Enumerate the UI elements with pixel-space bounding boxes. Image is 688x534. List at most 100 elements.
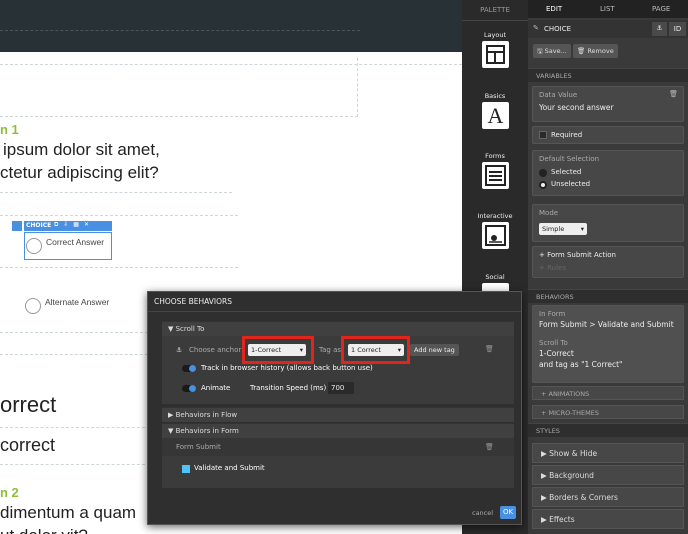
trash-icon[interactable]: 🗑 (669, 90, 678, 98)
track-history-toggle[interactable] (182, 365, 196, 372)
style-label: Borders & Corners (549, 493, 618, 502)
choose-anchor-label: Choose anchor (189, 346, 242, 354)
anchor-icon: ⚓ (176, 346, 183, 354)
question-text-line1: ipsum dolor sit amet, (3, 140, 160, 159)
scroll-to-label: Scroll To (539, 339, 568, 347)
divider (0, 192, 232, 193)
style-effects[interactable]: ▶ Effects (532, 509, 684, 529)
data-value[interactable]: Your second answer (539, 103, 677, 112)
caret-down-icon: ▼ (168, 325, 176, 333)
animate-toggle[interactable] (182, 385, 196, 392)
feedback-incorrect: correct (0, 435, 56, 455)
behaviors-in-form-section[interactable]: ▼ Behaviors in Form (162, 423, 514, 438)
remove-button[interactable]: 🗑 Remove (573, 44, 618, 58)
form-submit-action[interactable]: + Form Submit Action (539, 251, 677, 259)
feedback-correct: orrect (0, 392, 57, 417)
micro-themes-header[interactable]: + MICRO-THEMES (532, 405, 684, 419)
interactive-icon[interactable] (482, 222, 509, 249)
data-value-card[interactable]: Data Value Your second answer 🗑 (532, 86, 684, 122)
in-form-label: In Form (539, 310, 566, 318)
question-number: n 1 (0, 122, 19, 137)
scroll-to-value: 1-Correct (539, 349, 574, 358)
mode-label: Mode (539, 209, 559, 217)
track-history-label: Track in browser history (allows back bu… (201, 364, 373, 372)
palette-item-forms[interactable]: Forms (462, 152, 528, 160)
save-icon: 🖫 (537, 47, 545, 55)
unselected-label: Unselected (551, 180, 591, 188)
dialog-title: CHOOSE BEHAVIORS (154, 297, 232, 306)
style-background[interactable]: ▶ Background (532, 465, 684, 485)
form-icon[interactable] (482, 162, 509, 189)
question-block (0, 58, 358, 117)
mode-card: Mode Simple ▾ (532, 204, 684, 242)
id-button[interactable]: ID (669, 22, 686, 36)
grip-icon[interactable] (12, 221, 22, 231)
radio-icon[interactable] (25, 298, 41, 314)
caret-right-icon: ▶ (168, 411, 176, 419)
palette-item-social[interactable]: Social (462, 273, 528, 281)
tab-edit[interactable]: EDIT (546, 5, 562, 13)
section-label: Behaviors in Flow (175, 411, 238, 419)
trash-icon[interactable]: 🗑 (485, 443, 494, 451)
add-new-tag-button[interactable]: Add new tag (410, 344, 459, 356)
mode-select[interactable]: Simple ▾ (539, 223, 587, 235)
transition-speed-label: Transition Speed (ms) (250, 384, 327, 392)
required-checkbox[interactable] (539, 131, 547, 139)
radio-icon[interactable] (26, 238, 42, 254)
anchor-icon[interactable]: ⚓ (652, 22, 667, 36)
choice-correct[interactable]: Correct Answer (24, 232, 112, 260)
palette-item-layout[interactable]: Layout (462, 31, 528, 39)
tab-palette[interactable]: PALETTE (462, 6, 528, 14)
style-show-hide[interactable]: ▶ Show & Hide (532, 443, 684, 463)
palette-item-interactive[interactable]: Interactive (462, 212, 528, 220)
palette-item-basics[interactable]: Basics (462, 92, 528, 100)
form-submit-action-card[interactable]: + Form Submit Action + Rules (532, 246, 684, 278)
caret-right-icon: ▶ (541, 493, 550, 502)
behaviors-card[interactable]: In Form Form Submit > Validate and Submi… (532, 305, 684, 383)
style-borders-corners[interactable]: ▶ Borders & Corners (532, 487, 684, 507)
question-text-line2: ctetur adipiscing elit? (0, 163, 159, 182)
variables-header: VARIABLES (528, 68, 688, 82)
cancel-button[interactable]: cancel (472, 509, 493, 517)
radio-unselected[interactable] (539, 181, 547, 189)
choose-behaviors-dialog: CHOOSE BEHAVIORS ▼ Scroll To ⚓ Choose an… (147, 291, 522, 525)
transition-speed-input[interactable]: 700 (328, 382, 354, 394)
element-title: CHOICE (544, 25, 572, 33)
scroll-to-panel: ⚓ Choose anchor 1-Correct ▾ Tag as 1 Corr… (162, 336, 514, 404)
tab-list[interactable]: LIST (600, 5, 615, 13)
validate-submit-checkbox[interactable] (182, 465, 190, 473)
pencil-icon: ✎ (533, 24, 539, 32)
divider (0, 215, 238, 216)
layout-icon[interactable] (482, 41, 509, 68)
scroll-to-section[interactable]: ▼ Scroll To (162, 321, 514, 336)
styles-header: STYLES (528, 423, 688, 437)
divider (462, 20, 528, 21)
highlight-box (341, 336, 410, 364)
caret-right-icon: ▶ (541, 515, 550, 524)
choice-alternate[interactable]: Alternate Answer (24, 296, 134, 316)
highlight-box (242, 336, 314, 364)
style-label: Background (549, 471, 594, 480)
rules-label[interactable]: + Rules (539, 264, 677, 272)
in-form-value: Form Submit > Validate and Submit (539, 320, 674, 329)
choice-tool-icons[interactable]: ⧉⇩▦✕ (52, 221, 112, 231)
save-button[interactable]: 🖫 Save... (533, 44, 571, 58)
required-card[interactable]: Required (532, 126, 684, 144)
text-icon[interactable]: A (482, 102, 509, 129)
behaviors-in-flow-section[interactable]: ▶ Behaviors in Flow (162, 407, 514, 422)
mode-value: Simple (542, 225, 565, 233)
save-label: Save... (544, 47, 567, 55)
required-label: Required (551, 131, 583, 139)
ok-button[interactable]: OK (500, 506, 516, 519)
selected-label: Selected (551, 168, 582, 176)
choice-toolbar: CHOICE ⧉⇩▦✕ (12, 221, 112, 231)
behaviors-header: BEHAVIORS (528, 289, 688, 303)
trash-icon[interactable]: 🗑 (485, 345, 494, 353)
scroll-tag-value: and tag as "1 Correct" (539, 360, 623, 369)
question-text-line1: dimentum a quam (0, 503, 137, 522)
divider (0, 30, 360, 31)
radio-selected[interactable] (539, 169, 547, 177)
tab-page[interactable]: PAGE (652, 5, 670, 13)
caret-down-icon: ▼ (168, 427, 176, 435)
animations-header[interactable]: + ANIMATIONS (532, 386, 684, 400)
